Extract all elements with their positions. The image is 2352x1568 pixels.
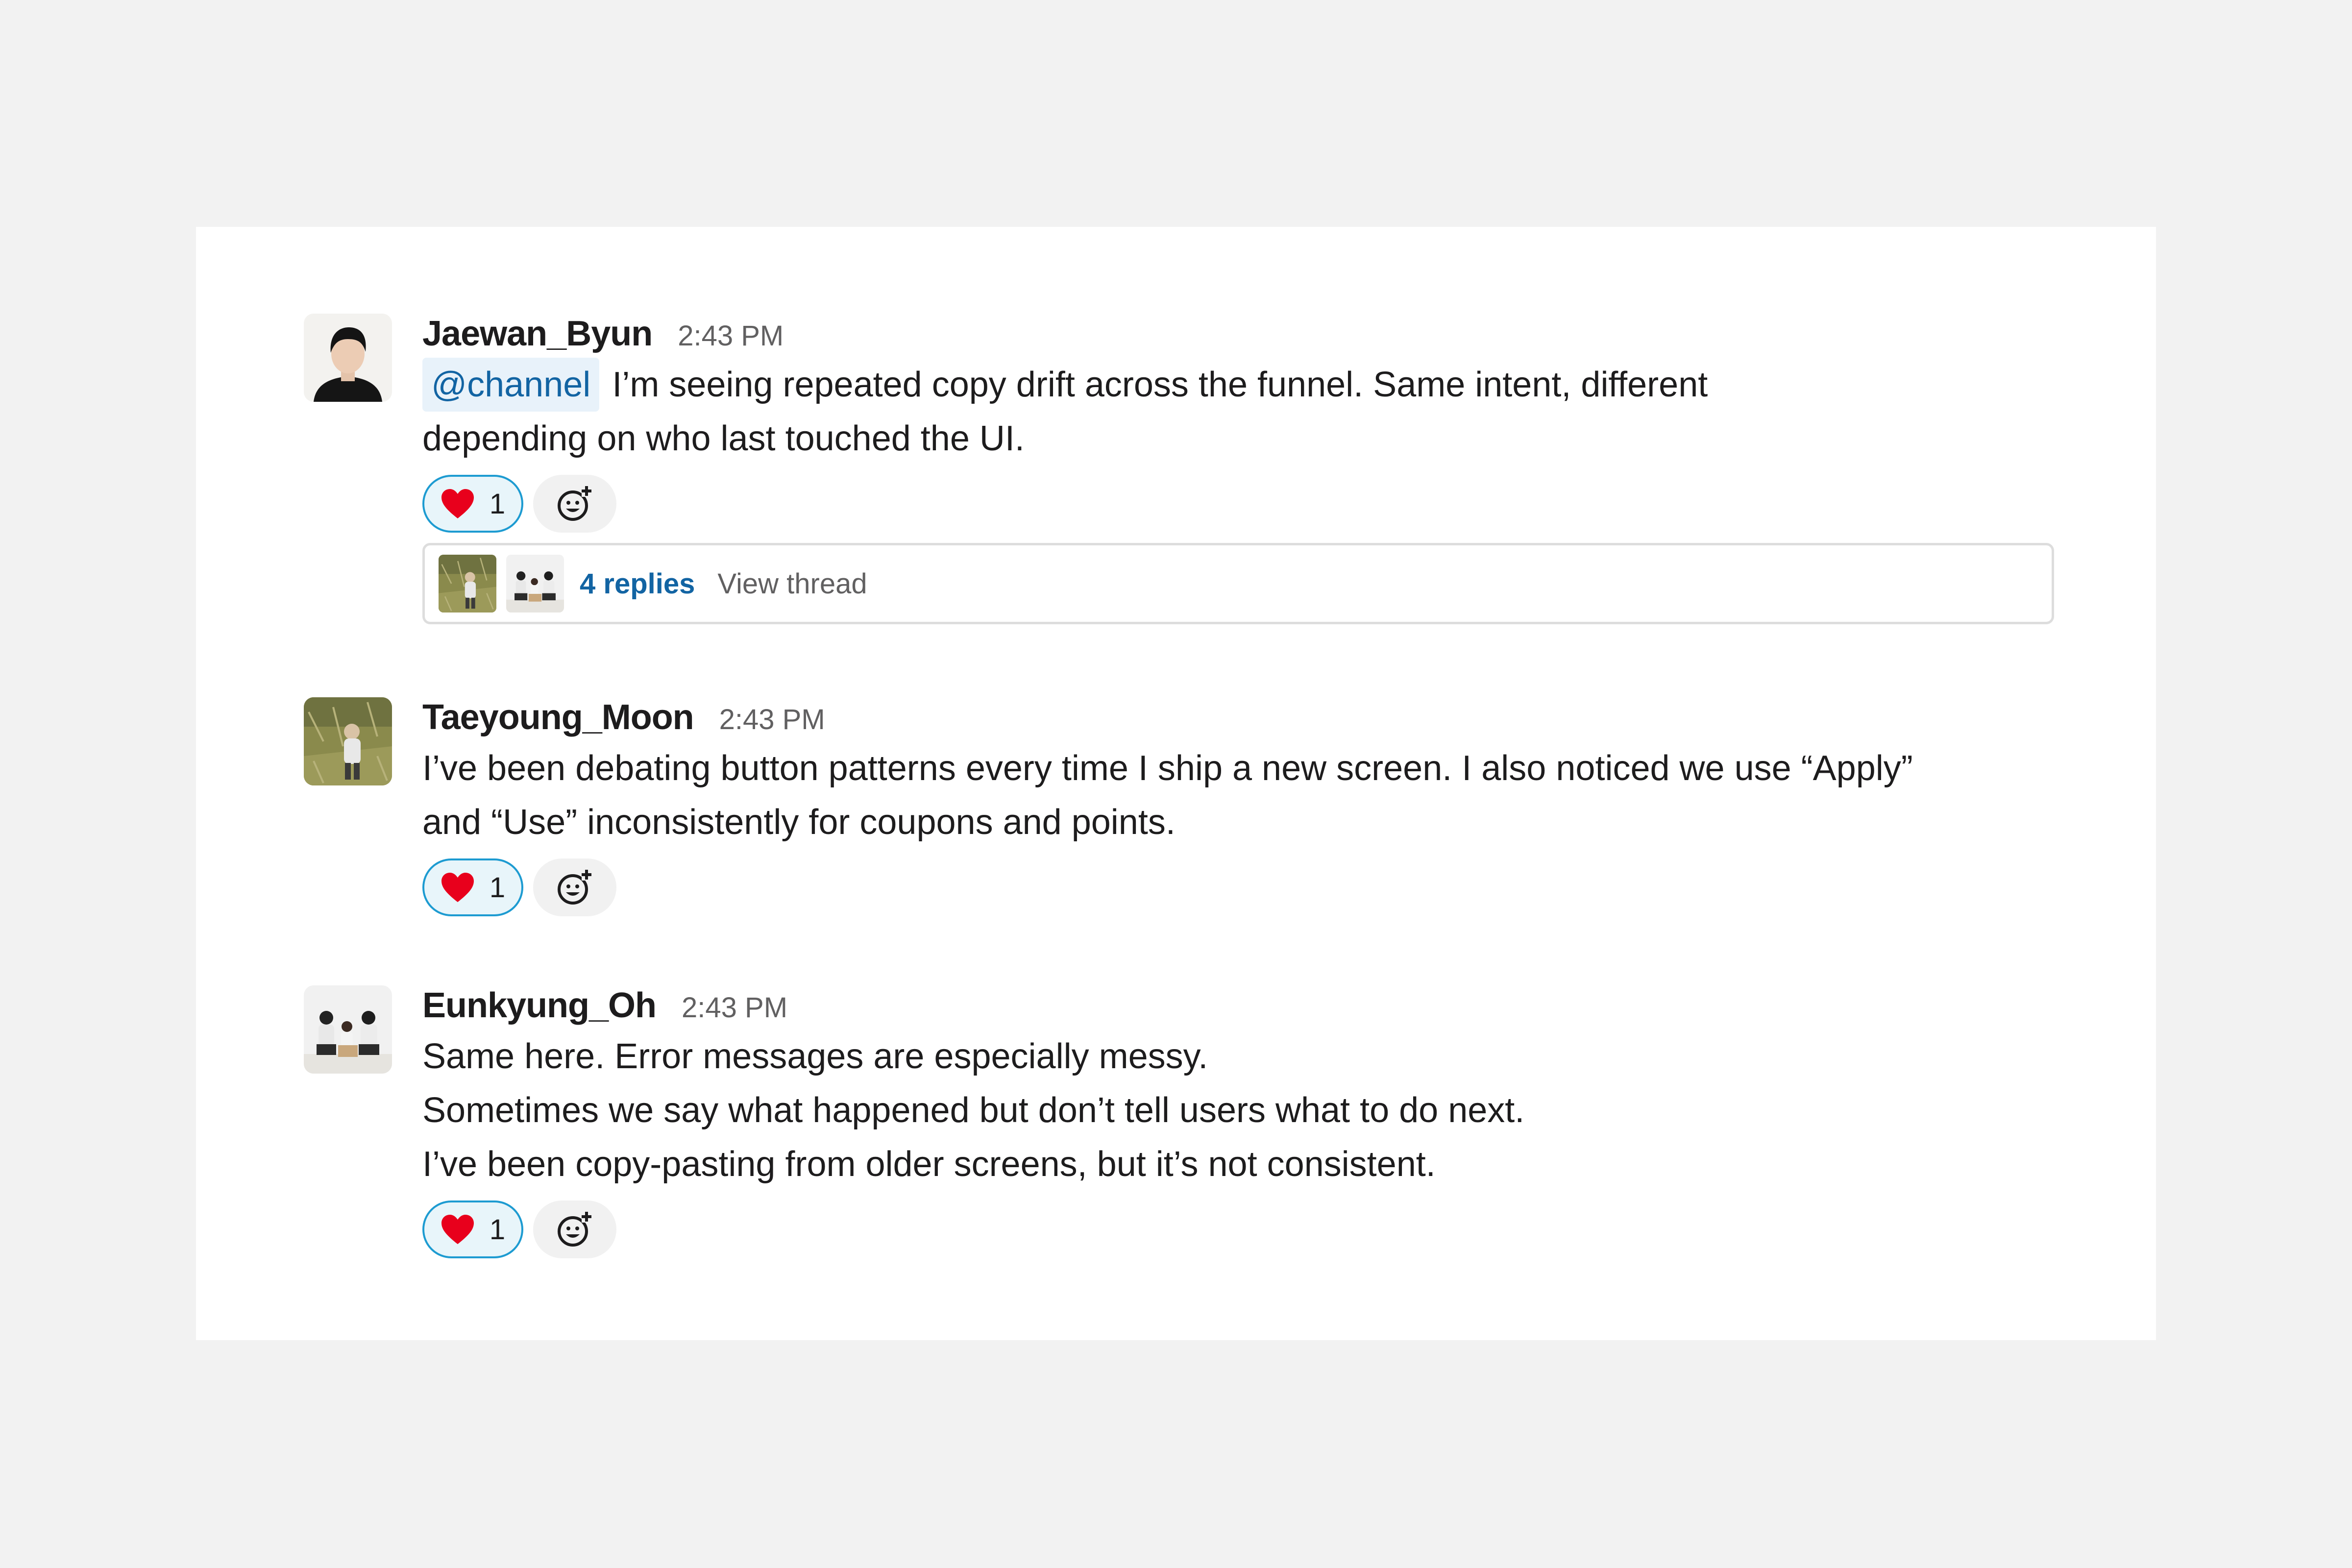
avatar[interactable] xyxy=(304,697,392,785)
timestamp[interactable]: 2:43 PM xyxy=(682,991,787,1024)
reply-avatar xyxy=(439,555,496,612)
reactions-bar: 1 xyxy=(422,1200,2059,1259)
message-line: depending on who last touched the UI. xyxy=(422,419,1025,458)
message-line: I’ve been debating button patterns every… xyxy=(422,749,1913,788)
username[interactable]: Jaewan_Byun xyxy=(422,314,653,354)
message-line: I’ve been copy-pasting from older screen… xyxy=(422,1145,1436,1184)
reaction-count: 1 xyxy=(489,1213,506,1246)
avatar[interactable] xyxy=(304,314,392,402)
message-text: I’ve been debating button patterns every… xyxy=(422,741,2059,849)
group-photo-avatar-icon xyxy=(506,555,564,612)
channel-mention[interactable]: @channel xyxy=(422,358,600,412)
person-portrait-avatar-icon xyxy=(304,314,392,402)
add-reaction-button[interactable] xyxy=(533,1200,616,1258)
add-emoji-icon xyxy=(555,484,594,523)
timestamp[interactable]: 2:43 PM xyxy=(678,319,784,352)
heart-icon xyxy=(441,872,475,903)
add-emoji-icon xyxy=(555,868,594,907)
thread-summary[interactable]: 4 replies View thread xyxy=(422,543,2054,624)
reaction-count: 1 xyxy=(489,871,506,904)
message-header: Eunkyung_Oh 2:43 PM xyxy=(422,985,2059,1029)
username[interactable]: Eunkyung_Oh xyxy=(422,985,657,1026)
replies-link[interactable]: 4 replies xyxy=(580,567,695,600)
message-panel: Jaewan_Byun 2:43 PM @channel I’m seeing r… xyxy=(196,227,2156,1340)
group-photo-avatar-icon xyxy=(304,985,392,1074)
message-line: I’m seeing repeated copy drift across th… xyxy=(612,365,1708,404)
outdoor-photo-avatar-icon xyxy=(304,697,392,785)
message-line: and “Use” inconsistently for coupons and… xyxy=(422,803,1176,842)
message-header: Taeyoung_Moon 2:43 PM xyxy=(422,697,2059,741)
message-line: Sometimes we say what happened but don’t… xyxy=(422,1091,1525,1130)
view-thread-link[interactable]: View thread xyxy=(717,567,867,600)
reaction-count: 1 xyxy=(489,488,506,520)
heart-reaction-button[interactable]: 1 xyxy=(422,858,523,916)
message-header: Jaewan_Byun 2:43 PM xyxy=(422,314,2059,358)
heart-reaction-button[interactable]: 1 xyxy=(422,475,523,533)
heart-icon xyxy=(441,488,475,519)
reactions-bar: 1 xyxy=(422,474,2059,533)
reply-avatar xyxy=(506,555,564,612)
message-line: Same here. Error messages are especially… xyxy=(422,1037,1208,1076)
add-reaction-button[interactable] xyxy=(533,858,616,916)
add-reaction-button[interactable] xyxy=(533,475,616,533)
outdoor-photo-avatar-icon xyxy=(439,555,496,612)
heart-icon xyxy=(441,1214,475,1245)
message-text: @channel I’m seeing repeated copy drift a… xyxy=(422,358,2059,466)
add-emoji-icon xyxy=(555,1210,594,1249)
timestamp[interactable]: 2:43 PM xyxy=(719,703,825,736)
message-text: Same here. Error messages are especially… xyxy=(422,1029,2059,1191)
reactions-bar: 1 xyxy=(422,858,2059,917)
heart-reaction-button[interactable]: 1 xyxy=(422,1200,523,1258)
username[interactable]: Taeyoung_Moon xyxy=(422,697,694,737)
avatar[interactable] xyxy=(304,985,392,1074)
